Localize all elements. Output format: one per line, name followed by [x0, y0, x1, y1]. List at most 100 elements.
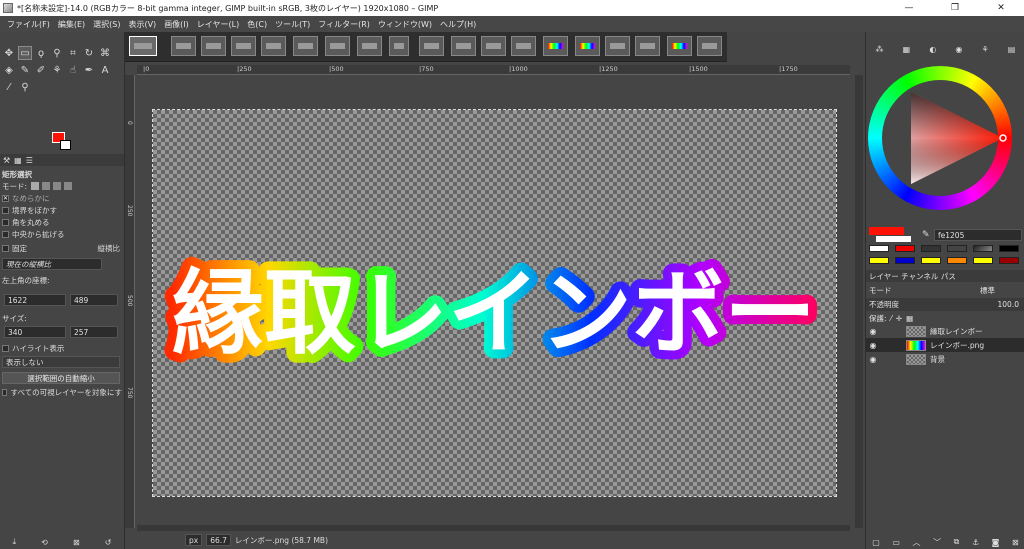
history-swatch[interactable] [921, 245, 941, 252]
image-tab[interactable] [481, 36, 506, 56]
pencil-tool-icon[interactable]: ✎ [18, 63, 32, 77]
duplicate-layer-icon[interactable]: ⧉ [954, 537, 960, 547]
history-swatch[interactable] [947, 257, 967, 264]
restore-options-icon[interactable]: ⟲ [41, 538, 48, 547]
opacity-value[interactable]: 100.0 [998, 300, 1019, 309]
antialias-checkbox[interactable]: ✕ なめらかに [2, 192, 122, 204]
mode-add-icon[interactable] [42, 182, 51, 190]
visibility-eye-icon[interactable]: ◉ [866, 341, 880, 350]
image-tab[interactable] [697, 36, 722, 56]
history-swatch[interactable] [895, 245, 915, 252]
new-group-icon[interactable]: ▭ [892, 538, 900, 547]
mode-subtract-icon[interactable] [53, 182, 62, 190]
raise-layer-icon[interactable]: ︿ [913, 537, 921, 548]
color-wheel[interactable] [868, 66, 1012, 210]
image-tab[interactable] [543, 36, 568, 56]
close-button[interactable]: ✕ [978, 0, 1024, 16]
image-tab[interactable] [201, 36, 226, 56]
lock-pixels-icon[interactable]: ⁄ [891, 314, 892, 323]
background-color-swatch[interactable] [60, 140, 71, 150]
guides-select[interactable]: 表示しない [2, 356, 120, 368]
history-swatch[interactable] [869, 257, 889, 264]
image-tab[interactable] [231, 36, 256, 56]
menu-filters[interactable]: フィルター(R) [314, 19, 374, 30]
fonts-tab-icon[interactable]: ▤ [1008, 45, 1016, 54]
undo-history-tab-icon[interactable]: ☰ [26, 156, 33, 165]
image-tab[interactable] [293, 36, 318, 56]
fixed-checkbox[interactable]: 固定 縦横比 [2, 242, 122, 254]
brush-tool-icon[interactable]: ✐ [34, 63, 48, 77]
lasso-tool-icon[interactable]: ϙ [34, 46, 48, 60]
image-tab[interactable] [419, 36, 444, 56]
color-triangle[interactable] [868, 66, 1012, 210]
layer-row[interactable]: ◉ 縁取レインボー [866, 324, 1024, 338]
path-tool-icon[interactable]: ✒ [82, 63, 96, 77]
history-swatch[interactable] [973, 257, 993, 264]
hex-color-input[interactable]: fe1205 [934, 229, 1022, 241]
menu-image[interactable]: 画像(I) [160, 19, 193, 30]
menu-edit[interactable]: 編集(E) [54, 19, 89, 30]
patterns-tab-icon[interactable]: ▦ [903, 45, 911, 54]
unit-select[interactable]: px [185, 534, 203, 546]
position-x-input[interactable]: 1622 [4, 294, 66, 306]
image-tab[interactable] [635, 36, 660, 56]
history-swatch[interactable] [895, 257, 915, 264]
image-tab[interactable] [261, 36, 286, 56]
zoom-field[interactable]: 66.7 [206, 534, 231, 546]
menu-select[interactable]: 選択(S) [89, 19, 124, 30]
text-tool-icon[interactable]: A [98, 63, 112, 77]
position-y-input[interactable]: 489 [70, 294, 118, 306]
menu-tools[interactable]: ツール(T) [271, 19, 314, 30]
eyedropper-icon[interactable]: ✎ [922, 230, 930, 240]
colors-tab-icon[interactable]: ◉ [955, 45, 962, 54]
menu-layer[interactable]: レイヤー(L) [193, 19, 243, 30]
fuzzy-select-tool-icon[interactable]: ⚲ [50, 46, 64, 60]
device-status-tab-icon[interactable]: ▦ [14, 156, 22, 165]
reset-options-icon[interactable]: ↺ [105, 538, 112, 547]
image-tab[interactable] [171, 36, 196, 56]
horizontal-ruler[interactable]: |0 |250 |500 |750 |1000 |1250 |1500 |175… [137, 65, 850, 75]
vertical-scrollbar[interactable] [855, 75, 863, 528]
layer-row-active[interactable]: ◉ レインボー.png [866, 338, 1024, 352]
foreground-color-bar[interactable] [869, 227, 904, 235]
anchor-layer-icon[interactable]: ⚓ [972, 538, 979, 547]
mode-replace-icon[interactable] [31, 182, 40, 190]
brushes-tab-icon[interactable]: ⁂ [876, 45, 884, 54]
crop-tool-icon[interactable]: ⌗ [66, 46, 80, 60]
save-options-icon[interactable]: ⤓ [13, 537, 17, 547]
visibility-eye-icon[interactable]: ◉ [866, 327, 880, 336]
smudge-tool-icon[interactable]: ☝ [66, 63, 80, 77]
image-canvas[interactable]: 縁取レインボー [152, 109, 837, 497]
history-swatch[interactable] [947, 245, 967, 252]
zoom-tool-icon[interactable]: ⚲ [18, 80, 32, 94]
gradients-tab-icon[interactable]: ◐ [929, 45, 936, 54]
image-tab[interactable] [511, 36, 536, 56]
warp-tool-icon[interactable]: ⌘ [98, 46, 112, 60]
menu-windows[interactable]: ウィンドウ(W) [374, 19, 436, 30]
bucket-fill-tool-icon[interactable]: ◈ [2, 63, 16, 77]
background-color-bar[interactable] [876, 236, 911, 242]
image-tab[interactable] [357, 36, 382, 56]
autoshrink-button[interactable]: 選択範囲の自動縮小 [2, 372, 120, 384]
tool-options-tab-icon[interactable]: ⚒ [3, 156, 10, 165]
image-tab[interactable] [451, 36, 476, 56]
history-swatch[interactable] [973, 245, 993, 252]
history-swatch[interactable] [869, 245, 889, 252]
current-aspect-field[interactable]: 現在の縦横比 [2, 258, 102, 270]
mode-intersect-icon[interactable] [64, 182, 73, 190]
size-w-input[interactable]: 340 [4, 326, 66, 338]
opacity-row[interactable]: 不透明度 100.0 [866, 298, 1024, 311]
delete-options-icon[interactable]: ⊠ [73, 538, 80, 547]
horizontal-scrollbar[interactable] [137, 525, 850, 531]
mask-layer-icon[interactable]: ◙ [992, 538, 1000, 547]
minimize-button[interactable]: — [886, 0, 932, 16]
maximize-button[interactable]: ❐ [932, 0, 978, 16]
color-picker-tool-icon[interactable]: ⁄ [2, 80, 16, 94]
vertical-ruler[interactable]: 0 250 500 750 [125, 75, 135, 528]
history-swatch[interactable] [999, 245, 1019, 252]
layer-mode-select[interactable]: 標準 [980, 285, 995, 296]
sample-merged-checkbox[interactable]: すべての可視レイヤーを対象にす [2, 386, 122, 398]
move-tool-icon[interactable]: ✥ [2, 46, 16, 60]
menu-help[interactable]: ヘルプ(H) [436, 19, 480, 30]
menu-colors[interactable]: 色(C) [243, 19, 271, 30]
